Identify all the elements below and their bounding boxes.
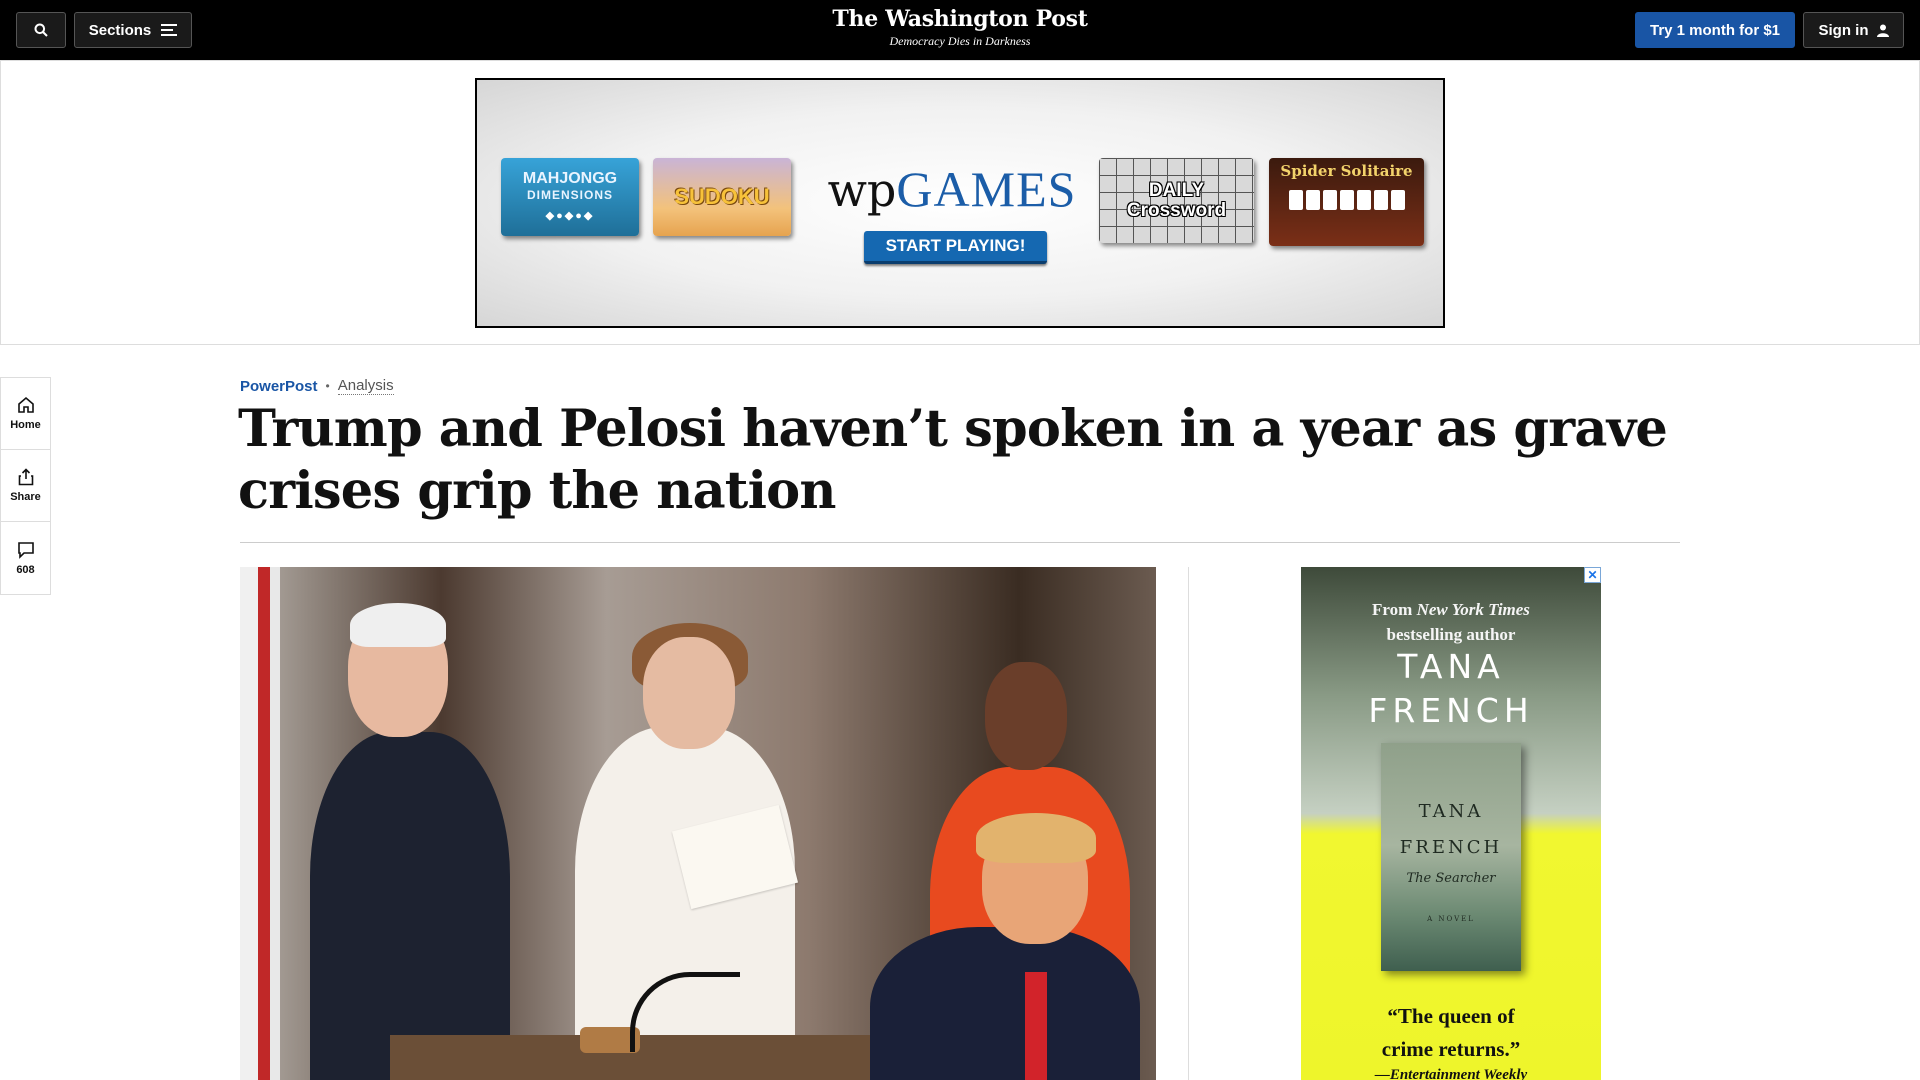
- ad-bestselling-text: bestselling author: [1386, 625, 1516, 644]
- ad-author-last: FRENCH: [1368, 691, 1534, 730]
- sudoku-tile[interactable]: SUDOKU: [653, 158, 791, 236]
- comments-button[interactable]: 608: [1, 522, 50, 594]
- search-icon: [34, 23, 48, 37]
- photo-figure-front-hair: [976, 813, 1096, 863]
- ad-quote: “The queen of crime returns.”: [1301, 1000, 1601, 1066]
- home-button[interactable]: Home: [1, 378, 50, 450]
- ad-quote-line1: “The queen of: [1387, 1004, 1515, 1028]
- ad-publication-text: New York Times: [1416, 600, 1530, 619]
- article-kicker: PowerPost • Analysis: [240, 377, 394, 395]
- left-rail: Home Share 608: [0, 377, 51, 595]
- sign-in-label: Sign in: [1818, 21, 1869, 39]
- wp-games-logo: wpGAMES: [827, 162, 1077, 217]
- book-cover-author-first: TANA: [1418, 801, 1484, 822]
- analysis-label[interactable]: Analysis: [337, 377, 394, 395]
- share-label: Share: [10, 491, 41, 503]
- book-advertisement[interactable]: From New York Times bestselling author T…: [1301, 567, 1601, 1080]
- user-icon: [1876, 24, 1889, 37]
- red-tie: [1025, 972, 1047, 1080]
- ad-author-name: TANA FRENCH: [1301, 645, 1601, 733]
- crossword-title-line2: Crossword: [1126, 199, 1227, 221]
- photo-figure-center-head: [643, 637, 735, 749]
- comment-icon: [17, 541, 34, 559]
- washington-post-logo: The Washington Post: [832, 6, 1088, 32]
- share-icon: [18, 468, 33, 486]
- ad-author-first: TANA: [1397, 647, 1505, 686]
- home-label: Home: [10, 419, 41, 431]
- book-cover-kind: A NOVEL: [1427, 915, 1475, 923]
- sudoku-title: SUDOKU: [674, 184, 770, 209]
- headline-divider: [240, 542, 1680, 543]
- masthead[interactable]: The Washington Post Democracy Dies in Da…: [760, 6, 1160, 49]
- sign-in-button[interactable]: Sign in: [1803, 12, 1904, 48]
- photo-figure-right-head: [985, 662, 1067, 770]
- top-navigation-bar: Sections The Washington Post Democracy D…: [0, 0, 1920, 60]
- subscribe-button[interactable]: Try 1 month for $1: [1635, 12, 1795, 48]
- photo-figure-left: [310, 732, 510, 1080]
- mahjongg-subtitle: DIMENSIONS: [526, 187, 613, 202]
- mahjongg-title: MAHJONGG: [522, 169, 618, 187]
- column-divider: [1188, 567, 1189, 1080]
- crossword-title-line1: DAILY: [1148, 179, 1205, 201]
- flag-drape: [240, 567, 280, 1080]
- kicker-separator: •: [325, 379, 330, 393]
- search-button[interactable]: [16, 12, 66, 48]
- wp-logo-mark: wp: [827, 163, 897, 217]
- home-icon: [17, 396, 34, 413]
- ad-close-icon[interactable]: ✕: [1584, 567, 1601, 583]
- games-wordmark: GAMES: [896, 161, 1077, 217]
- spider-solitaire-tile[interactable]: Spider Solitaire: [1269, 158, 1424, 246]
- menu-icon: [161, 24, 178, 36]
- mahjongg-tile[interactable]: MAHJONGG DIMENSIONS ◆●◆●◆: [501, 158, 639, 236]
- ad-quote-source: —Entertainment Weekly: [1374, 1067, 1528, 1080]
- playing-cards-icon: [1288, 190, 1405, 210]
- comments-count: 608: [16, 563, 35, 576]
- ad-from-text: From: [1372, 600, 1413, 619]
- share-button[interactable]: Share: [1, 450, 50, 522]
- book-cover-author-last: FRENCH: [1399, 837, 1503, 858]
- article-headline: Trump and Pelosi haven’t spoken in a yea…: [238, 399, 1668, 521]
- tagline: Democracy Dies in Darkness: [889, 34, 1031, 48]
- sections-button[interactable]: Sections: [74, 12, 192, 48]
- crossword-tile[interactable]: DAILY Crossword: [1099, 158, 1254, 243]
- photo-figure-front: [870, 927, 1140, 1080]
- start-playing-button[interactable]: START PLAYING!: [864, 231, 1047, 264]
- mahjong-pieces-icon: ◆●◆●◆: [545, 209, 595, 222]
- ad-quote-line2: crime returns.”: [1381, 1037, 1521, 1061]
- book-cover: TANA FRENCH The Searcher A NOVEL: [1381, 743, 1521, 971]
- book-cover-title: The Searcher: [1406, 871, 1496, 886]
- section-link[interactable]: PowerPost: [240, 378, 318, 395]
- sections-label: Sections: [88, 21, 152, 39]
- lead-photo[interactable]: [240, 567, 1156, 1080]
- ad-intro-text: From New York Times bestselling author: [1301, 597, 1601, 647]
- photo-figure-left-hair: [350, 603, 446, 647]
- spider-solitaire-title: Spider Solitaire: [1280, 162, 1413, 180]
- wp-games-ad[interactable]: MAHJONGG DIMENSIONS ◆●◆●◆ SUDOKU wpGAMES…: [475, 78, 1445, 328]
